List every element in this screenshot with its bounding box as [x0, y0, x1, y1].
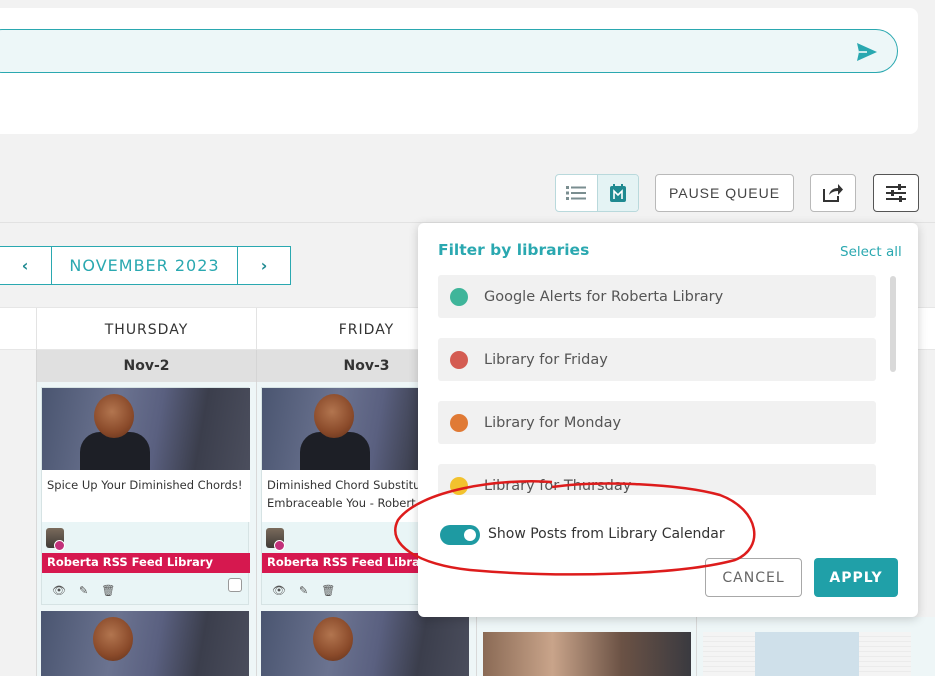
eye-icon[interactable]: 👁 [272, 584, 286, 597]
instagram-badge-icon [54, 540, 65, 551]
toggle-knob [464, 529, 476, 541]
library-item[interactable]: Library for Friday [438, 338, 876, 381]
library-name: Library for Monday [484, 414, 622, 431]
view-toggle [555, 174, 639, 212]
compose-input[interactable] [0, 29, 898, 73]
trash-icon[interactable]: 🗑 [101, 584, 115, 597]
post-image [42, 388, 250, 470]
month-label: NOVEMBER 2023 [51, 247, 238, 284]
instagram-badge-icon [274, 540, 285, 551]
post-card[interactable] [41, 611, 249, 676]
day-column-sunday [696, 617, 935, 676]
post-image [261, 611, 469, 676]
show-library-posts-toggle[interactable] [440, 525, 480, 545]
filter-sliders-icon [886, 184, 906, 202]
post-checkbox[interactable] [228, 578, 242, 592]
post-image [483, 632, 691, 676]
library-item[interactable]: Library for Monday [438, 401, 876, 444]
post-image [41, 611, 249, 676]
post-actions: 👁 ✎ 🗑 [52, 584, 115, 597]
month-navigation: ‹ NOVEMBER 2023 › [0, 246, 291, 285]
list-view-icon [566, 186, 587, 200]
library-color-dot [450, 350, 468, 369]
library-item[interactable]: Library for Thursday [438, 464, 876, 495]
library-name: Google Alerts for Roberta Library [484, 288, 724, 305]
day-column-thursday: Spice Up Your Diminished Chords! Roberta… [36, 382, 256, 676]
library-color-dot [450, 413, 468, 432]
filter-button[interactable] [873, 174, 919, 212]
panel-title: Filter by libraries [438, 241, 590, 259]
day-column-saturday [476, 617, 696, 676]
toggle-label: Show Posts from Library Calendar [488, 526, 725, 542]
prev-month-button[interactable]: ‹ [0, 247, 51, 284]
pause-queue-button[interactable]: PAUSE QUEUE [655, 174, 794, 212]
cancel-button[interactable]: CANCEL [705, 558, 802, 597]
post-card[interactable] [261, 611, 469, 676]
library-name: Library for Friday [484, 351, 608, 368]
library-color-dot [450, 287, 468, 306]
compose-card [0, 8, 918, 134]
library-list-scrollbar[interactable] [890, 276, 896, 372]
date-label-thursday: Nov-2 [36, 350, 256, 382]
day-header-thursday: THURSDAY [36, 308, 256, 351]
library-tag: Roberta RSS Feed Library [42, 553, 250, 573]
next-month-button[interactable]: › [238, 247, 290, 284]
calendar-view-button[interactable] [596, 175, 638, 211]
post-card[interactable]: Spice Up Your Diminished Chords! Roberta… [41, 387, 250, 605]
library-name: Library for Thursday [484, 477, 632, 494]
library-item[interactable]: Google Alerts for Roberta Library [438, 275, 876, 318]
select-all-link[interactable]: Select all [840, 244, 902, 260]
library-color-dot [450, 476, 468, 495]
list-view-button[interactable] [556, 175, 597, 211]
share-button[interactable] [810, 174, 856, 212]
post-actions: 👁 ✎ 🗑 [272, 584, 335, 597]
apply-button[interactable]: APPLY [814, 558, 898, 597]
edit-icon[interactable]: ✎ [299, 584, 308, 597]
eye-icon[interactable]: 👁 [52, 584, 66, 597]
trash-icon[interactable]: 🗑 [321, 584, 335, 597]
edit-icon[interactable]: ✎ [79, 584, 88, 597]
post-image [703, 632, 911, 676]
filter-panel: Filter by libraries Select all Google Al… [418, 223, 918, 617]
calendar-view-icon [609, 184, 626, 202]
library-list: Google Alerts for Roberta Library Librar… [438, 275, 878, 495]
post-text: Spice Up Your Diminished Chords! [42, 470, 250, 522]
share-icon [823, 184, 843, 202]
send-icon[interactable] [855, 40, 879, 64]
